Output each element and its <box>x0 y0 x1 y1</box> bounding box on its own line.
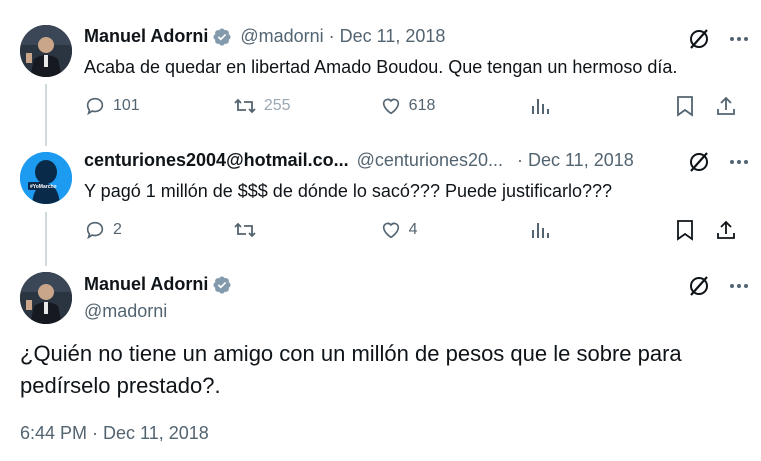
bookmark-icon <box>677 220 694 241</box>
author-name[interactable]: centuriones2004@hotmail.co... <box>84 150 349 171</box>
avatar[interactable] <box>20 272 72 324</box>
bookmark-button[interactable] <box>675 219 715 241</box>
retweet-count: 255 <box>263 97 291 114</box>
like-count: 4 <box>408 221 418 238</box>
avatar[interactable]: #YoMarcho <box>20 152 72 204</box>
reply-button[interactable]: 101 <box>84 95 233 117</box>
reply-icon <box>86 97 104 116</box>
tweet-actions: 2 4 <box>84 219 744 241</box>
share-icon <box>717 96 735 115</box>
tweet-header: Manuel Adorni @madorni · Dec 11, 2018 <box>84 26 445 47</box>
author-handle[interactable]: @madorni <box>240 26 323 47</box>
views-icon <box>531 99 549 114</box>
tweet-date[interactable]: Dec 11, 2018 <box>528 150 634 171</box>
yomarcho-avatar-icon <box>20 152 72 204</box>
like-icon <box>382 222 399 239</box>
verified-badge-icon <box>213 27 231 46</box>
reply-count: 101 <box>113 97 140 114</box>
reply-button[interactable]: 2 <box>84 219 233 241</box>
reply-count: 2 <box>113 221 122 238</box>
more-options-icon[interactable] <box>728 151 750 173</box>
tweet-text: Acaba de quedar en libertad Amado Boudou… <box>84 57 678 77</box>
retweet-icon <box>234 98 256 114</box>
share-button[interactable] <box>715 219 744 241</box>
avatar[interactable] <box>20 25 72 77</box>
retweet-button[interactable] <box>233 219 380 241</box>
grok-icon[interactable] <box>688 151 710 173</box>
tweet-actions: 101 255 618 <box>84 95 744 117</box>
separator-dot: · <box>517 150 523 170</box>
retweet-icon <box>234 222 256 238</box>
like-button[interactable]: 618 <box>380 95 529 117</box>
tweet-top-icons <box>688 151 750 173</box>
avatar-badge: #YoMarcho <box>30 184 57 190</box>
grok-icon[interactable] <box>688 275 710 297</box>
author-name[interactable]: Manuel Adorni <box>84 26 208 47</box>
tweet-top-icons <box>688 28 750 50</box>
verified-badge-icon <box>213 275 231 294</box>
tweet-header: centuriones2004@hotmail.co... @centurion… <box>84 150 634 171</box>
views-button[interactable] <box>529 219 676 241</box>
separator-dot: · <box>328 26 335 46</box>
author-name[interactable]: Manuel Adorni <box>84 274 208 295</box>
author-handle[interactable]: @madorni <box>84 301 167 322</box>
like-count: 618 <box>408 97 436 114</box>
main-tweet-text: ¿Quién no tiene un amigo con un millón d… <box>20 338 682 402</box>
main-tweet-top-icons <box>688 275 750 297</box>
main-tweet-header: Manuel Adorni <box>84 274 232 295</box>
thread-line-2 <box>45 212 47 266</box>
main-tweet-text-line: pedírselo prestado?. <box>20 373 221 398</box>
reply-icon <box>86 221 104 240</box>
bookmark-icon <box>677 96 694 117</box>
main-tweet-text-line: ¿Quién no tiene un amigo con un millón d… <box>20 341 682 366</box>
like-icon <box>382 98 399 115</box>
views-button[interactable] <box>529 95 676 117</box>
like-button[interactable]: 4 <box>380 219 529 241</box>
person-photo-avatar-icon <box>20 25 72 77</box>
tweet-text: Y pagó 1 millón de $$$ de dónde lo sacó?… <box>84 181 613 201</box>
person-photo-avatar-icon <box>20 272 72 324</box>
bookmark-button[interactable] <box>675 95 715 117</box>
tweet-date[interactable]: Dec 11, 2018 <box>340 26 446 47</box>
retweet-button[interactable]: 255 <box>233 95 380 117</box>
views-icon <box>531 223 549 238</box>
share-icon <box>717 220 735 239</box>
more-options-icon[interactable] <box>728 275 750 297</box>
thread-line-1 <box>45 84 47 146</box>
more-options-icon[interactable] <box>728 28 750 50</box>
author-handle[interactable]: @centuriones20... <box>357 150 503 171</box>
grok-icon[interactable] <box>688 28 710 50</box>
share-button[interactable] <box>715 95 744 117</box>
main-tweet-timestamp[interactable]: 6:44 PM · Dec 11, 2018 <box>20 423 209 444</box>
